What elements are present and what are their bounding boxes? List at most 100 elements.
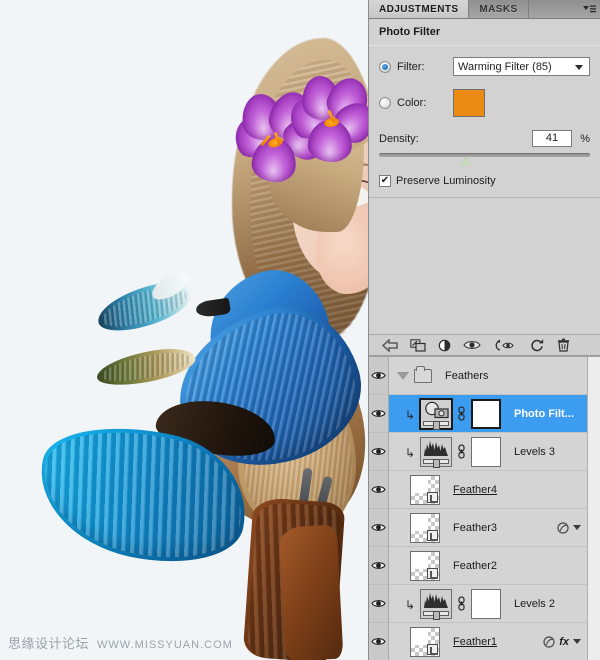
chevron-down-icon — [575, 65, 583, 70]
fx-indicator[interactable]: fx — [559, 636, 569, 648]
density-row: Density: 41 % — [379, 130, 590, 147]
photo-filter-thumbnail[interactable] — [420, 399, 452, 429]
clipping-mask-arrow-icon: ↳ — [405, 599, 415, 611]
density-input[interactable]: 41 — [532, 130, 572, 147]
layer-row[interactable]: ↳ Levels 3 — [389, 433, 587, 471]
adjustments-footer-toolbar — [369, 334, 600, 356]
smart-object-badge-icon — [427, 568, 438, 579]
clipping-mask-arrow-icon: ↳ — [405, 447, 415, 459]
layer-name: Feathers — [445, 370, 488, 382]
layer-name[interactable]: Feather3 — [453, 522, 497, 534]
adjustments-empty-space — [369, 198, 600, 334]
layers-panel[interactable]: Feathers↳Photo Filt...↳Levels 3Feather4F… — [369, 356, 600, 660]
filter-row: Filter: Warming Filter (85) — [379, 57, 590, 76]
layer-thumbnail[interactable] — [410, 513, 440, 543]
clip-to-layer-button[interactable] — [404, 339, 431, 352]
layer-row[interactable]: Feather2 — [389, 547, 587, 585]
levels-thumbnail[interactable] — [420, 437, 452, 467]
color-swatch-button[interactable] — [453, 89, 485, 117]
layer-visibility-toggle[interactable] — [369, 471, 388, 509]
layer-thumbnail[interactable] — [410, 475, 440, 505]
density-slider-thumb[interactable] — [460, 157, 472, 166]
delete-button[interactable] — [550, 338, 577, 352]
view-previous-state-icon — [494, 339, 514, 352]
layer-visibility-toggle[interactable] — [369, 357, 388, 395]
layers-scrollbar-thumb[interactable] — [588, 357, 600, 648]
layer-style-indicator-icon[interactable] — [557, 522, 569, 534]
panel-menu-button[interactable] — [578, 0, 600, 18]
layer-visibility-toggle[interactable] — [369, 623, 388, 660]
return-arrow-button[interactable] — [377, 339, 404, 352]
link-mask-icon[interactable] — [457, 406, 466, 422]
color-radio[interactable] — [379, 97, 391, 109]
layer-name[interactable]: Feather2 — [453, 560, 497, 572]
layer-name: Levels 3 — [514, 446, 555, 458]
layer-visibility-toggle[interactable] — [369, 509, 388, 547]
preserve-luminosity-checkbox[interactable] — [379, 175, 391, 187]
layer-visibility-toggle[interactable] — [369, 433, 388, 471]
layer-row[interactable]: ↳Levels 2 — [389, 585, 587, 623]
eye-icon — [371, 522, 386, 533]
smart-object-badge-icon — [427, 530, 438, 541]
canvas-image-area[interactable]: 思缘设计论坛 WWW.MISSYUAN.COM — [0, 0, 368, 660]
photo-filter-icon — [422, 401, 450, 419]
panel-menu-icon — [582, 4, 596, 15]
toggle-adjustment-button[interactable] — [431, 339, 458, 352]
layer-row[interactable]: ↳Photo Filt... — [389, 395, 587, 433]
watermark-url: WWW.MISSYUAN.COM — [97, 639, 233, 651]
eye-icon — [371, 484, 386, 495]
adjustment-title: Photo Filter — [379, 26, 590, 38]
preview-eye-button[interactable] — [458, 339, 485, 351]
layer-mask-thumbnail[interactable] — [471, 437, 501, 467]
layers-vertical-scrollbar[interactable] — [587, 357, 600, 660]
levels-histogram-icon — [422, 591, 450, 609]
layer-name: Photo Filt... — [514, 408, 574, 420]
filter-select-value: Warming Filter (85) — [458, 61, 552, 73]
expand-effects-caret-icon[interactable] — [573, 525, 581, 530]
layer-mask-thumbnail[interactable] — [471, 399, 501, 429]
thumbnail-slider — [423, 611, 449, 616]
layer-visibility-toggle[interactable] — [369, 547, 388, 585]
thumbnail-slider — [423, 459, 449, 464]
layer-thumbnail[interactable] — [410, 551, 440, 581]
watermark-chinese: 思缘设计论坛 — [8, 633, 89, 652]
layer-name[interactable]: Feather1 — [453, 636, 497, 648]
link-mask-icon[interactable] — [457, 444, 466, 460]
tab-masks[interactable]: MASKS — [469, 0, 528, 18]
layer-row-indicators — [557, 522, 583, 534]
density-slider[interactable] — [379, 151, 590, 167]
layer-visibility-toggle[interactable] — [369, 395, 388, 433]
density-slider-track — [379, 153, 590, 157]
right-panel-dock: ADJUSTMENTS MASKS Photo Filter Fil — [368, 0, 600, 660]
layer-style-indicator-icon[interactable] — [543, 636, 555, 648]
preview-eye-icon — [463, 339, 481, 351]
eye-icon — [371, 408, 386, 419]
layer-visibility-toggle[interactable] — [369, 585, 388, 623]
layer-row[interactable]: Feather1 fx — [389, 623, 587, 660]
preserve-luminosity-row[interactable]: Preserve Luminosity — [379, 175, 590, 197]
reset-button[interactable] — [523, 338, 550, 352]
layer-mask-thumbnail[interactable] — [471, 589, 501, 619]
tabstrip-filler — [529, 0, 578, 18]
filter-select[interactable]: Warming Filter (85) — [453, 57, 590, 76]
layer-row-indicators: fx — [543, 636, 583, 648]
eye-icon — [371, 598, 386, 609]
tab-adjustments[interactable]: ADJUSTMENTS — [369, 0, 469, 18]
layer-thumbnail[interactable] — [410, 627, 440, 657]
smart-object-badge-icon — [427, 492, 438, 503]
view-previous-state-button[interactable] — [485, 339, 523, 352]
link-mask-icon[interactable] — [457, 596, 466, 612]
density-label: Density: — [379, 133, 532, 145]
layer-name[interactable]: Feather4 — [453, 484, 497, 496]
layer-row[interactable]: Feathers — [389, 357, 587, 395]
group-expand-icon[interactable] — [397, 372, 409, 380]
levels-thumbnail[interactable] — [420, 589, 452, 619]
delete-icon — [557, 338, 570, 352]
watermark: 思缘设计论坛 WWW.MISSYUAN.COM — [8, 633, 233, 652]
expand-effects-caret-icon[interactable] — [573, 639, 581, 644]
adjustments-panel-body: Photo Filter Filter: Warming Filter (85)… — [369, 19, 600, 198]
layer-row[interactable]: Feather4 — [389, 471, 587, 509]
toggle-adjustment-icon — [437, 339, 452, 352]
layer-row[interactable]: Feather3 — [389, 509, 587, 547]
filter-radio[interactable] — [379, 61, 391, 73]
